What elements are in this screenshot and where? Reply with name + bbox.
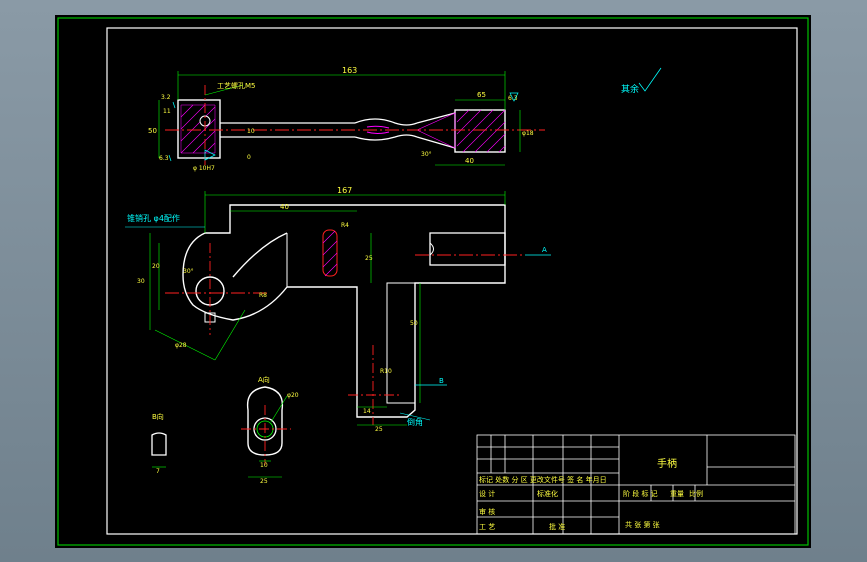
a-view: A向 φ20 10 25 — [241, 375, 299, 485]
top-dim-0: 0 — [247, 154, 251, 161]
a-view-title: A向 — [258, 375, 270, 384]
b-view-title: B向 — [152, 412, 164, 421]
front-dim-50: 50 — [410, 320, 418, 327]
front-dim-30: 30 — [137, 278, 145, 285]
a-view-dim-25: 25 — [260, 478, 268, 485]
standardize-label: 标准化 — [537, 489, 558, 498]
a-view-dim-10: 10 — [260, 462, 268, 469]
a-view-dim-dia: φ20 — [287, 392, 299, 399]
b-view: B向 7 — [151, 412, 167, 475]
front-dim-ang: 30° — [183, 268, 194, 275]
front-view: 167 40 锥销孔 φ4配作 30 20 30° φ28 R8 R4 25 5… — [125, 186, 551, 433]
part-name: 手柄 — [657, 457, 677, 470]
b-view-dim-7: 7 — [156, 468, 160, 475]
front-dim-diag: φ28 — [175, 342, 187, 349]
roughness-note: 其余 — [621, 67, 662, 95]
pin-hole-label: 锥销孔 φ4配作 — [127, 213, 180, 223]
cad-drawing: 163 工艺螺孔M5 50 11 10 0 65 40 φ18 30° 3.2 … — [57, 17, 809, 546]
stage-marks-label: 阶 段 标 记 — [623, 489, 658, 498]
section-a-label: A — [542, 246, 547, 254]
rough-left-top: 3.2 — [161, 94, 171, 101]
front-dim-r10: R10 — [380, 368, 392, 375]
section-b-label: B — [439, 377, 444, 385]
front-dim-r4: R4 — [341, 222, 349, 229]
top-dim-65: 65 — [477, 91, 486, 99]
approve-label: 批 准 — [549, 522, 565, 531]
drawing-sheet: 163 工艺螺孔M5 50 11 10 0 65 40 φ18 30° 3.2 … — [55, 15, 811, 548]
lever-outline — [182, 204, 506, 418]
top-dim-dia: φ18 — [522, 130, 534, 137]
top-left-hatch — [180, 104, 216, 154]
chamfer-note: 倒角 — [407, 417, 423, 427]
sheets-label: 共 张 第 张 — [625, 520, 660, 529]
review-label: 审 核 — [479, 507, 495, 516]
top-view: 163 工艺螺孔M5 50 11 10 0 65 40 φ18 30° 3.2 … — [148, 66, 545, 172]
process-label: 工 艺 — [479, 523, 495, 531]
top-bore-label: φ 10H7 — [193, 165, 215, 172]
roughness-note-text: 其余 — [621, 83, 639, 95]
front-dim-14: 14 — [363, 408, 371, 415]
front-dim-20: 20 — [152, 263, 160, 270]
top-angle: 30° — [421, 151, 432, 158]
front-length-dim: 167 — [337, 186, 352, 195]
top-height-dim: 50 — [148, 127, 157, 135]
front-inner-dim: 40 — [280, 203, 289, 211]
weight-label: 重量 — [670, 490, 684, 498]
front-dim-r: R8 — [259, 292, 267, 299]
top-hole-label: 工艺螺孔M5 — [217, 81, 256, 90]
top-right-hatch — [456, 109, 506, 153]
top-dim-40: 40 — [465, 157, 474, 165]
top-length-dim: 163 — [342, 66, 357, 75]
rough-left-bottom: 6.3 — [159, 155, 169, 162]
front-dim-25: 25 — [365, 255, 373, 262]
inner-frame — [106, 27, 798, 535]
top-dim-10: 10 — [247, 128, 255, 135]
top-dim-11: 11 — [163, 108, 171, 115]
design-label: 设 计 — [479, 489, 495, 498]
front-dim-25b: 25 — [375, 426, 383, 433]
scale-label: 比例 — [689, 489, 703, 498]
revision-header: 标记 处数 分 区 更改文件号 签 名 年月日 — [479, 475, 607, 484]
title-block — [476, 434, 796, 535]
